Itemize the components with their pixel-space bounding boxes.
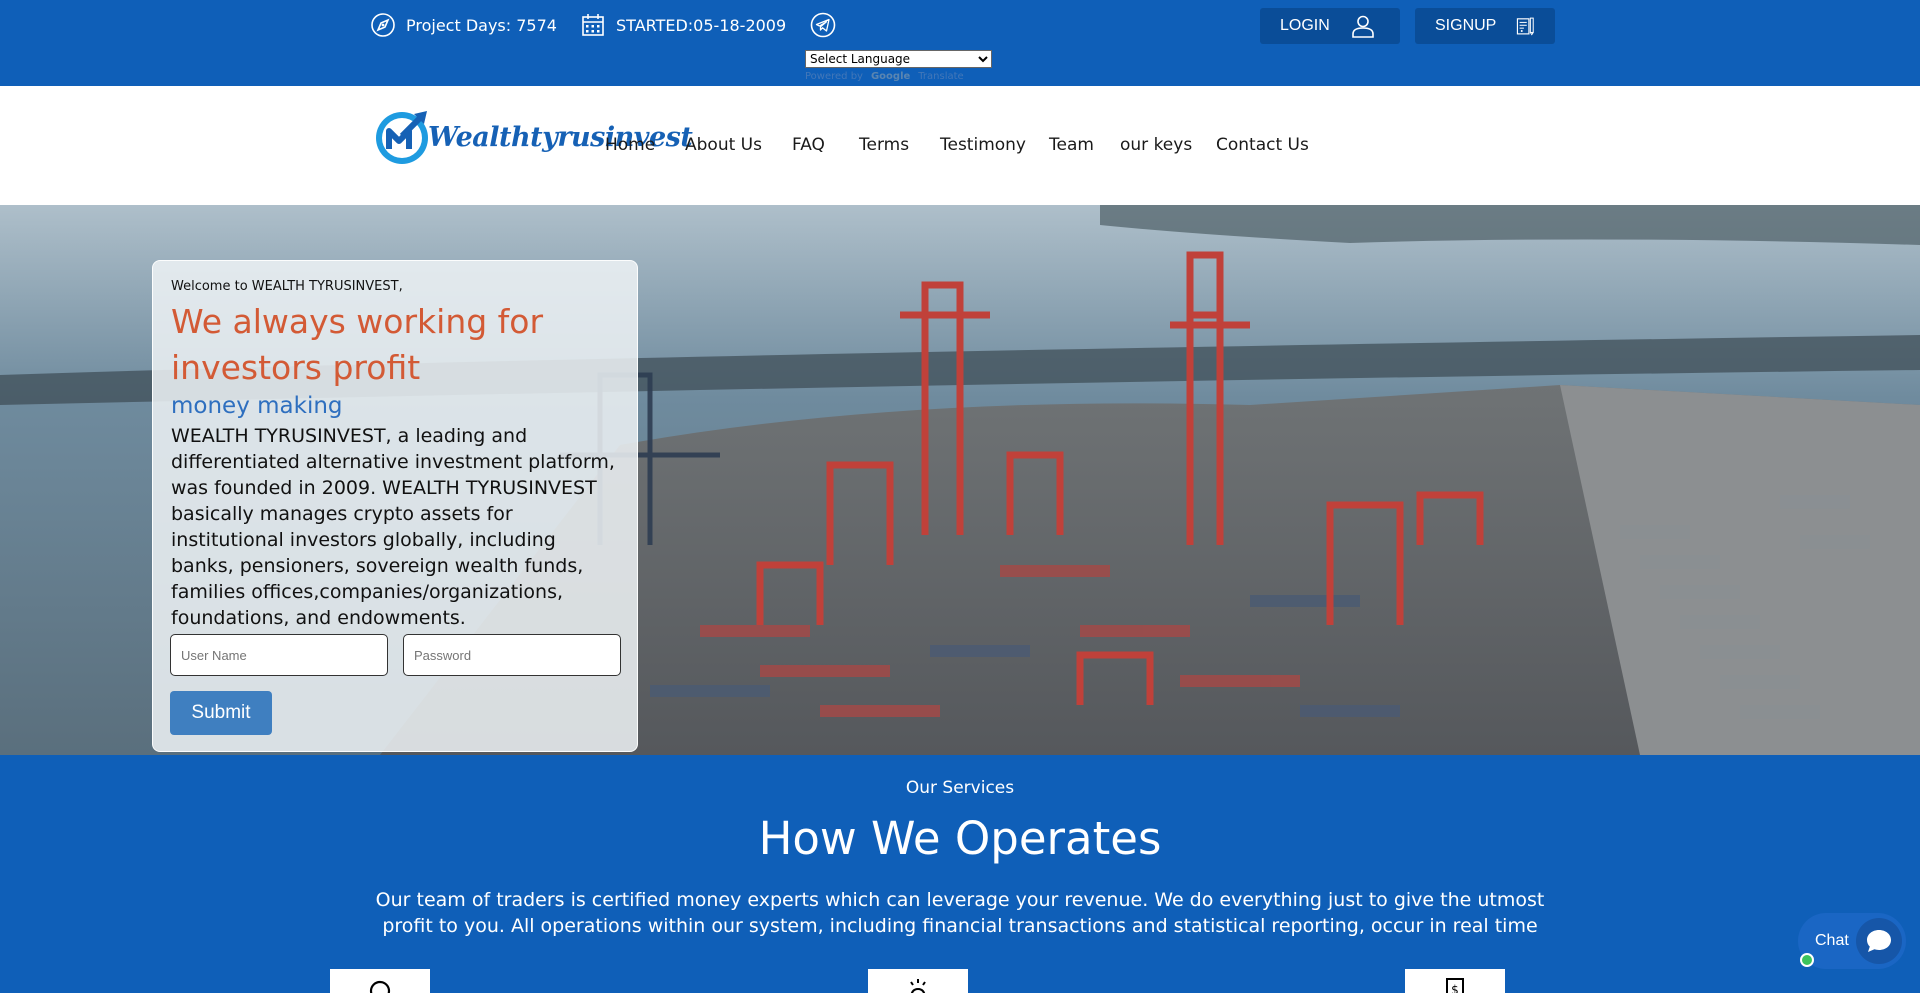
project-days-text: Project Days: 7574	[406, 15, 557, 35]
language-select[interactable]: Select Language	[805, 50, 992, 68]
calendar-icon	[580, 12, 606, 38]
login-label: LOGIN	[1280, 17, 1330, 34]
service-card	[330, 969, 430, 993]
powered-by-google-translate: Powered by Google Translate	[805, 71, 964, 82]
nav-item-contact-us[interactable]: Contact Us	[1216, 135, 1309, 155]
online-status-dot	[1800, 953, 1814, 967]
svg-text:$: $	[1451, 983, 1459, 993]
chat-widget-button[interactable]: Chat	[1798, 913, 1906, 969]
nav-item-home[interactable]: Home	[605, 135, 655, 155]
hero-login-card: Welcome to WEALTH TYRUSINVEST, We always…	[152, 260, 638, 752]
hero-section: Welcome to WEALTH TYRUSINVEST, We always…	[0, 205, 1920, 755]
main-navbar: Wealthtyrusinvest Home About Us FAQ Term…	[0, 86, 1920, 205]
logo-mark-icon	[376, 111, 428, 164]
money-document-icon: $	[1446, 978, 1464, 993]
team-icon	[910, 979, 926, 993]
project-days-info: Project Days: 7574	[370, 10, 557, 40]
services-eyebrow: Our Services	[905, 778, 1015, 798]
welcome-text: Welcome to WEALTH TYRUSINVEST,	[171, 279, 403, 294]
compass-icon	[370, 12, 396, 38]
services-section: Our Services How We Operates Our team of…	[0, 755, 1920, 993]
signup-button[interactable]: SIGNUP	[1415, 8, 1555, 44]
translate-link[interactable]: Translate	[918, 71, 963, 82]
hero-description: WEALTH TYRUSINVEST, a leading and differ…	[171, 425, 615, 629]
started-date-text: STARTED:05-18-2009	[616, 15, 787, 35]
signup-label: SIGNUP	[1435, 17, 1497, 34]
services-description: Our team of traders is certified money e…	[375, 889, 1545, 937]
service-card	[868, 969, 968, 993]
chat-label: Chat	[1815, 932, 1849, 949]
language-selector[interactable]: Select Language	[805, 48, 992, 68]
nav-item-terms[interactable]: Terms	[859, 135, 909, 155]
hero-subheading: money making	[171, 393, 343, 419]
nav-item-testimony[interactable]: Testimony	[940, 135, 1026, 155]
username-input[interactable]	[170, 634, 388, 676]
chat-bubble-icon	[1856, 918, 1902, 964]
nav-item-faq[interactable]: FAQ	[792, 135, 825, 155]
nav-item-team[interactable]: Team	[1049, 135, 1094, 155]
hero-headline: We always working for investors profit	[171, 302, 544, 387]
telegram-icon[interactable]	[810, 12, 836, 38]
nav-item-about-us[interactable]: About Us	[685, 135, 762, 155]
powered-by-label: Powered by	[805, 71, 863, 82]
signup-form-icon	[1517, 17, 1535, 36]
login-button[interactable]: LOGIN	[1260, 8, 1400, 44]
magnifier-icon	[369, 980, 391, 993]
started-date-info: STARTED:05-18-2009	[580, 10, 786, 40]
password-input[interactable]	[403, 634, 621, 676]
nav-item-our-keys[interactable]: our keys	[1120, 135, 1192, 155]
top-bar: Project Days: 7574 STARTED:05-18-2009 Se…	[0, 0, 1920, 86]
service-card: $	[1405, 969, 1505, 993]
services-title: How We Operates	[758, 812, 1162, 865]
submit-button[interactable]: Submit	[170, 691, 272, 735]
google-logo-text: Google	[870, 71, 911, 82]
user-icon	[1351, 15, 1374, 38]
telegram-link[interactable]	[810, 10, 846, 40]
